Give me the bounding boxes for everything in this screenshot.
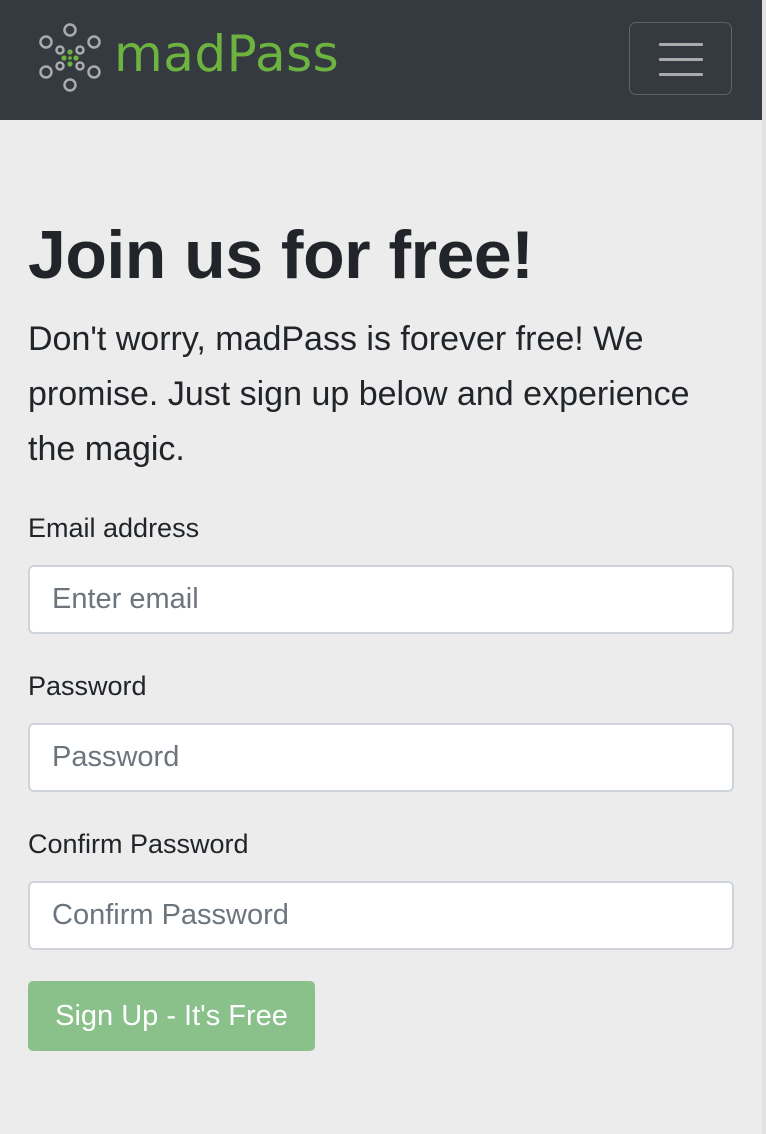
confirm-password-field[interactable] xyxy=(28,881,734,950)
hamburger-menu-icon-bar xyxy=(659,58,703,61)
password-field[interactable] xyxy=(28,723,734,792)
email-field[interactable] xyxy=(28,565,734,634)
navbar: madPass xyxy=(0,0,762,120)
confirm-password-label: Confirm Password xyxy=(28,829,249,859)
lead-text: Don't worry, madPass is forever free! We… xyxy=(28,320,690,468)
email-label: Email address xyxy=(28,513,200,543)
brand-name: madPass xyxy=(114,25,340,83)
hamburger-menu-icon-bar xyxy=(659,73,703,76)
dots-cluster-logo-icon xyxy=(39,23,101,92)
sign-up-button[interactable]: Sign Up - It's Free xyxy=(28,981,315,1051)
brand-link[interactable]: madPass xyxy=(36,22,339,94)
hamburger-menu-icon xyxy=(659,43,703,46)
hamburger-menu-button[interactable] xyxy=(629,22,732,95)
password-label: Password xyxy=(28,671,147,701)
page-title: Join us for free! xyxy=(28,217,534,293)
scrollbar-track[interactable] xyxy=(762,0,766,1134)
